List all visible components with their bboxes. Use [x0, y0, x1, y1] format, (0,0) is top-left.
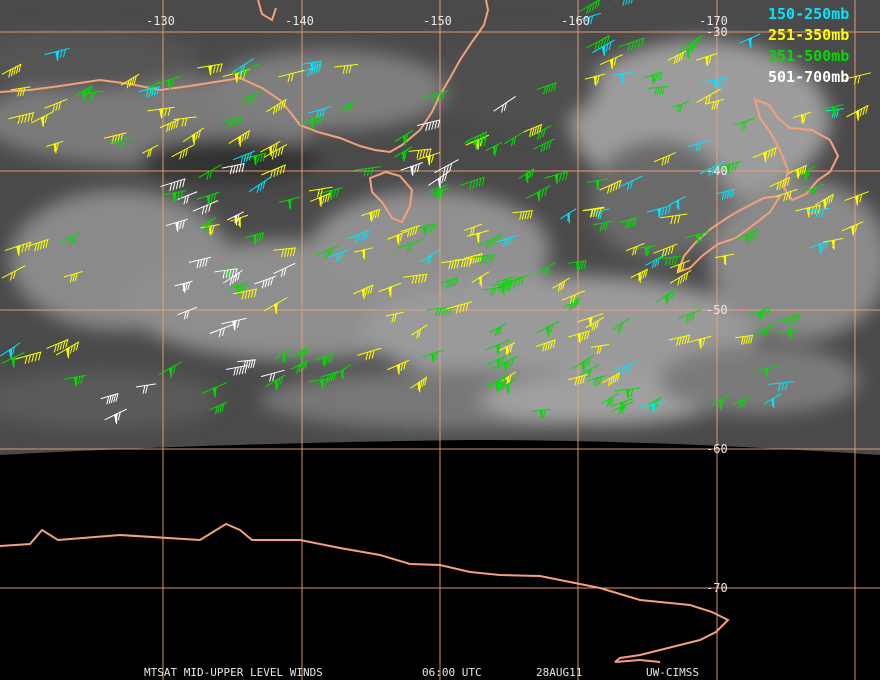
footer-date: 28AUG11 — [536, 666, 582, 679]
footer-caption: MTSAT MID-UPPER LEVEL WINDS 06:00 UTC 28… — [144, 666, 699, 679]
map-canvas: -130 -140 -150 -160 -170 -30 -40 -50 -60… — [0, 0, 880, 680]
legend-501-700: 501-700mb — [768, 68, 849, 86]
lat-label-40: -40 — [706, 164, 728, 178]
legend-351-500: 351-500mb — [768, 47, 849, 65]
lat-label-60: -60 — [706, 442, 728, 456]
legend-251-350: 251-350mb — [768, 26, 849, 44]
lat-label-50: -50 — [706, 303, 728, 317]
legend-150-250: 150-250mb — [768, 5, 849, 23]
footer-time: 06:00 UTC — [422, 666, 482, 679]
lon-label-140: -140 — [285, 14, 314, 28]
footer-product: MTSAT MID-UPPER LEVEL WINDS — [144, 666, 323, 679]
lon-label-130: -130 — [146, 14, 175, 28]
lon-label-160: -160 — [561, 14, 590, 28]
lat-label-30: -30 — [706, 25, 728, 39]
footer-source: UW-CIMSS — [646, 666, 699, 679]
antarctica-coast — [0, 522, 730, 663]
lat-label-70: -70 — [706, 581, 728, 595]
lon-label-150: -150 — [423, 14, 452, 28]
satellite-wind-map: -130 -140 -150 -160 -170 -30 -40 -50 -60… — [0, 0, 880, 680]
